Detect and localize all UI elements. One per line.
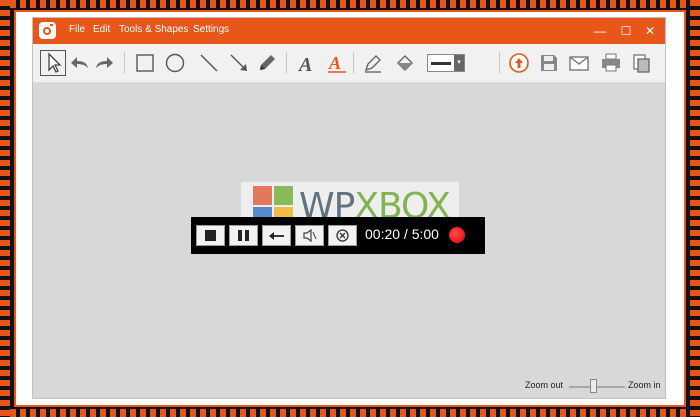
toolbar-divider (499, 52, 500, 74)
drawing-canvas[interactable]: WPXBOX 00:20 / 5:00 (33, 83, 665, 398)
stop-button[interactable] (196, 225, 225, 246)
line-width-picker[interactable]: ▾ (427, 54, 465, 72)
ellipse-icon[interactable] (163, 51, 187, 75)
recording-timer: 00:20 / 5:00 (365, 226, 439, 242)
chevron-down-icon: ▾ (454, 55, 464, 71)
toolbar-divider (353, 52, 354, 74)
toolbar-divider (286, 52, 287, 74)
cancel-icon (336, 229, 349, 242)
print-icon[interactable] (599, 51, 623, 75)
highlighter-icon[interactable] (361, 51, 385, 75)
menu-tools-shapes[interactable]: Tools & Shapes (119, 24, 189, 35)
svg-text:A: A (297, 54, 312, 75)
menu-file[interactable]: File (69, 24, 85, 35)
toolbar: A A ▾ (33, 44, 665, 83)
mute-icon (303, 228, 317, 243)
pause-button[interactable] (229, 225, 258, 246)
pointer-icon[interactable] (40, 50, 66, 76)
rectangle-icon[interactable] (133, 51, 157, 75)
text-icon[interactable]: A (295, 51, 319, 75)
zoom-slider-track[interactable] (569, 386, 625, 388)
menu-edit[interactable]: Edit (93, 24, 110, 35)
pencil-icon[interactable] (255, 51, 279, 75)
svg-text:A: A (328, 53, 341, 73)
copy-icon[interactable] (629, 51, 653, 75)
email-icon[interactable] (567, 51, 591, 75)
close-button[interactable]: ✕ (639, 20, 661, 42)
recording-control-bar: 00:20 / 5:00 (191, 217, 485, 254)
redo-icon[interactable] (93, 51, 117, 75)
back-button[interactable] (262, 225, 291, 246)
fill-bucket-icon[interactable] (393, 51, 417, 75)
upload-icon[interactable] (507, 51, 531, 75)
arrow-icon[interactable] (227, 51, 251, 75)
record-indicator-icon (449, 227, 465, 243)
film-edge-top (0, 0, 700, 8)
film-edge-bottom (0, 409, 700, 417)
maximize-button[interactable]: ☐ (615, 20, 637, 42)
pause-icon (238, 230, 249, 241)
mute-button[interactable] (295, 225, 324, 246)
camera-app-icon (39, 22, 56, 39)
undo-icon[interactable] (67, 51, 91, 75)
zoom-in-label: Zoom in (628, 380, 661, 390)
back-icon (269, 232, 284, 240)
menu-settings[interactable]: Settings (193, 24, 229, 35)
stop-icon (205, 230, 216, 241)
zoom-out-label: Zoom out (525, 380, 564, 390)
app-window: File Edit Tools & Shapes Settings — ☐ ✕ (32, 17, 666, 399)
line-icon[interactable] (197, 51, 221, 75)
zoom-slider-thumb[interactable] (590, 379, 597, 393)
film-edge-left (0, 0, 10, 417)
save-icon[interactable] (537, 51, 561, 75)
title-bar: File Edit Tools & Shapes Settings — ☐ ✕ (33, 18, 665, 44)
cancel-button[interactable] (328, 225, 357, 246)
toolbar-divider (124, 52, 125, 74)
text-outline-icon[interactable]: A (325, 51, 349, 75)
minimize-button[interactable]: — (589, 20, 611, 42)
film-edge-right (690, 0, 700, 417)
